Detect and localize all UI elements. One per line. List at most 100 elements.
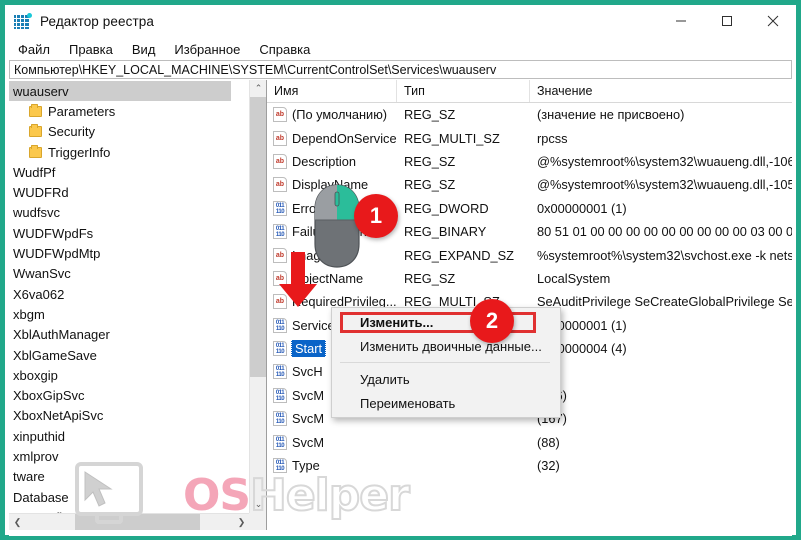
value-name-cell: 011110SvcM bbox=[267, 435, 397, 450]
value-name-label: SvcM bbox=[292, 388, 324, 403]
value-type-cell: REG_DWORD bbox=[397, 201, 530, 216]
red-down-arrow-icon bbox=[277, 252, 319, 308]
tree-node-label: XblAuthManager bbox=[13, 327, 110, 342]
value-row[interactable]: abDependOnServiceREG_MULTI_SZrpcss bbox=[267, 126, 792, 149]
column-header-name[interactable]: Имя bbox=[267, 80, 397, 102]
tree-node-label: xmlprov bbox=[13, 449, 59, 464]
value-name-label: SvcM bbox=[292, 435, 324, 450]
tree-node[interactable]: XboxNetApiSvc bbox=[9, 406, 231, 426]
folder-icon bbox=[29, 106, 42, 117]
value-name-cell: abDependOnService bbox=[267, 131, 397, 146]
value-data-cell: 0x00000001 (1) bbox=[530, 318, 792, 333]
tree-node[interactable]: wudfsvc bbox=[9, 203, 231, 223]
context-menu-item[interactable]: Переименовать bbox=[332, 391, 560, 415]
tree-node[interactable]: xboxgip bbox=[9, 365, 231, 385]
string-value-icon: ab bbox=[273, 154, 287, 169]
value-row[interactable]: abDescriptionREG_SZ@%systemroot%\system3… bbox=[267, 150, 792, 173]
column-header-value[interactable]: Значение bbox=[530, 80, 792, 102]
tree-node[interactable]: Database bbox=[9, 487, 231, 507]
value-type-cell: REG_SZ bbox=[397, 107, 530, 122]
value-row[interactable]: 011110SvcM(88) bbox=[267, 430, 792, 453]
address-bar-path: Компьютер\HKEY_LOCAL_MACHINE\SYSTEM\Curr… bbox=[10, 63, 496, 77]
tree-node-label: Database bbox=[13, 490, 69, 505]
context-menu-item[interactable]: Удалить bbox=[332, 367, 560, 391]
value-type-cell: REG_SZ bbox=[397, 271, 530, 286]
tree-horizontal-scrollbar[interactable]: ❮ ❯ bbox=[9, 513, 250, 530]
tree-node-label: Parameters bbox=[48, 104, 115, 119]
value-data-cell: (значение не присвоено) bbox=[530, 107, 792, 122]
value-row[interactable]: ab(По умолчанию)REG_SZ(значение не присв… bbox=[267, 103, 792, 126]
value-name-cell: ab Description bbox=[267, 154, 397, 169]
binary-value-icon: 011110 bbox=[273, 458, 287, 473]
value-name-cell: 011110Type bbox=[267, 458, 397, 473]
tree-node[interactable]: xmlprov bbox=[9, 446, 231, 466]
tree-node[interactable]: WwanSvc bbox=[9, 264, 231, 284]
tree-vertical-scrollbar[interactable]: ⌃ ⌄ bbox=[249, 80, 266, 513]
tree-node[interactable]: TriggerInfo bbox=[9, 142, 231, 162]
menu-bar: ФайлПравкаВидИзбранноеСправка bbox=[5, 38, 796, 60]
tree-node[interactable]: Security bbox=[9, 122, 231, 142]
menu-item-2[interactable]: Вид bbox=[123, 41, 165, 58]
minimize-button[interactable] bbox=[658, 5, 704, 36]
menu-item-3[interactable]: Избранное bbox=[165, 41, 249, 58]
scroll-up-icon[interactable]: ⌃ bbox=[250, 80, 267, 97]
binary-value-icon: 011110 bbox=[273, 388, 287, 403]
string-value-icon: ab bbox=[273, 107, 287, 122]
tree-node[interactable]: XboxGipSvc bbox=[9, 385, 231, 405]
context-menu: Изменить...Изменить двоичные данные...Уд… bbox=[331, 307, 561, 418]
tree-node[interactable]: tware bbox=[9, 467, 231, 487]
column-header-type[interactable]: Тип bbox=[397, 80, 530, 102]
tree-node-label: wuauserv bbox=[13, 84, 69, 99]
binary-value-icon: 011110 bbox=[273, 318, 287, 333]
tree-node-label: WUDFWpdMtp bbox=[13, 246, 100, 261]
maximize-button[interactable] bbox=[704, 5, 750, 36]
menu-item-0[interactable]: Файл bbox=[9, 41, 59, 58]
tree-node-label: WwanSvc bbox=[13, 266, 71, 281]
value-data-cell: @%systemroot%\system32\wuaueng.dll,-105 bbox=[530, 177, 792, 192]
registry-tree: wuauserv Parameters SecurityTriggerInfo Wud… bbox=[9, 80, 231, 530]
tree-node-label: XboxNetApiSvc bbox=[13, 408, 103, 423]
registry-editor-icon bbox=[14, 13, 31, 30]
tree-node-label: xinputhid bbox=[13, 429, 65, 444]
scroll-right-icon[interactable]: ❯ bbox=[233, 514, 250, 530]
tree-node[interactable]: xinputhid bbox=[9, 426, 231, 446]
tree-node[interactable]: WUDFWpdMtp bbox=[9, 243, 231, 263]
context-menu-separator bbox=[340, 362, 550, 363]
tree-node[interactable]: XblAuthManager bbox=[9, 325, 231, 345]
tree-node[interactable]: Parameters bbox=[9, 101, 231, 121]
binary-value-icon: 011110 bbox=[273, 201, 287, 216]
close-button[interactable] bbox=[750, 5, 796, 36]
menu-item-1[interactable]: Правка bbox=[60, 41, 122, 58]
tree-vscroll-thumb[interactable] bbox=[250, 97, 267, 377]
address-bar[interactable]: Компьютер\HKEY_LOCAL_MACHINE\SYSTEM\Curr… bbox=[9, 60, 792, 79]
value-data-cell: (1) bbox=[530, 364, 792, 379]
value-name-cell: ab(По умолчанию) bbox=[267, 107, 397, 122]
tree-node-label: WUDFWpdFs bbox=[13, 226, 93, 241]
value-row[interactable]: 011110Type (32) bbox=[267, 454, 792, 477]
scroll-left-icon[interactable]: ❮ bbox=[9, 514, 26, 530]
window-title: Редактор реестра bbox=[40, 14, 154, 29]
tree-node[interactable]: XblGameSave bbox=[9, 345, 231, 365]
menu-item-4[interactable]: Справка bbox=[250, 41, 319, 58]
value-name-label: Start bbox=[292, 340, 325, 357]
window-bottom-strip bbox=[9, 530, 792, 536]
value-type-cell: REG_SZ bbox=[397, 177, 530, 192]
context-menu-item[interactable]: Изменить двоичные данные... bbox=[332, 334, 560, 358]
tree-node[interactable]: X6va062 bbox=[9, 284, 231, 304]
tree-node[interactable]: WUDFRd bbox=[9, 182, 231, 202]
tree-hscroll-thumb[interactable] bbox=[75, 514, 200, 530]
value-data-cell: SeAuditPrivilege SeCreateGlobalPrivilege… bbox=[530, 294, 792, 309]
value-name-label: Description bbox=[292, 154, 356, 169]
tree-node[interactable]: WudfPf bbox=[9, 162, 231, 182]
scroll-down-icon[interactable]: ⌄ bbox=[250, 496, 267, 513]
registry-editor-window: Редактор реестра ФайлПравкаВидИзбранноеС… bbox=[0, 0, 801, 540]
value-row[interactable]: abObjectNameREG_SZLocalSystem bbox=[267, 267, 792, 290]
tree-node[interactable]: WUDFWpdFs bbox=[9, 223, 231, 243]
value-name-label: SvcM bbox=[292, 411, 324, 426]
value-data-cell: rpcss bbox=[530, 131, 792, 146]
tree-node-label: WudfPf bbox=[13, 165, 55, 180]
string-value-icon: ab bbox=[273, 177, 287, 192]
tree-node[interactable]: xbgm bbox=[9, 304, 231, 324]
tree-node[interactable]: wuauserv bbox=[9, 81, 231, 101]
value-data-cell: (32) bbox=[530, 458, 792, 473]
